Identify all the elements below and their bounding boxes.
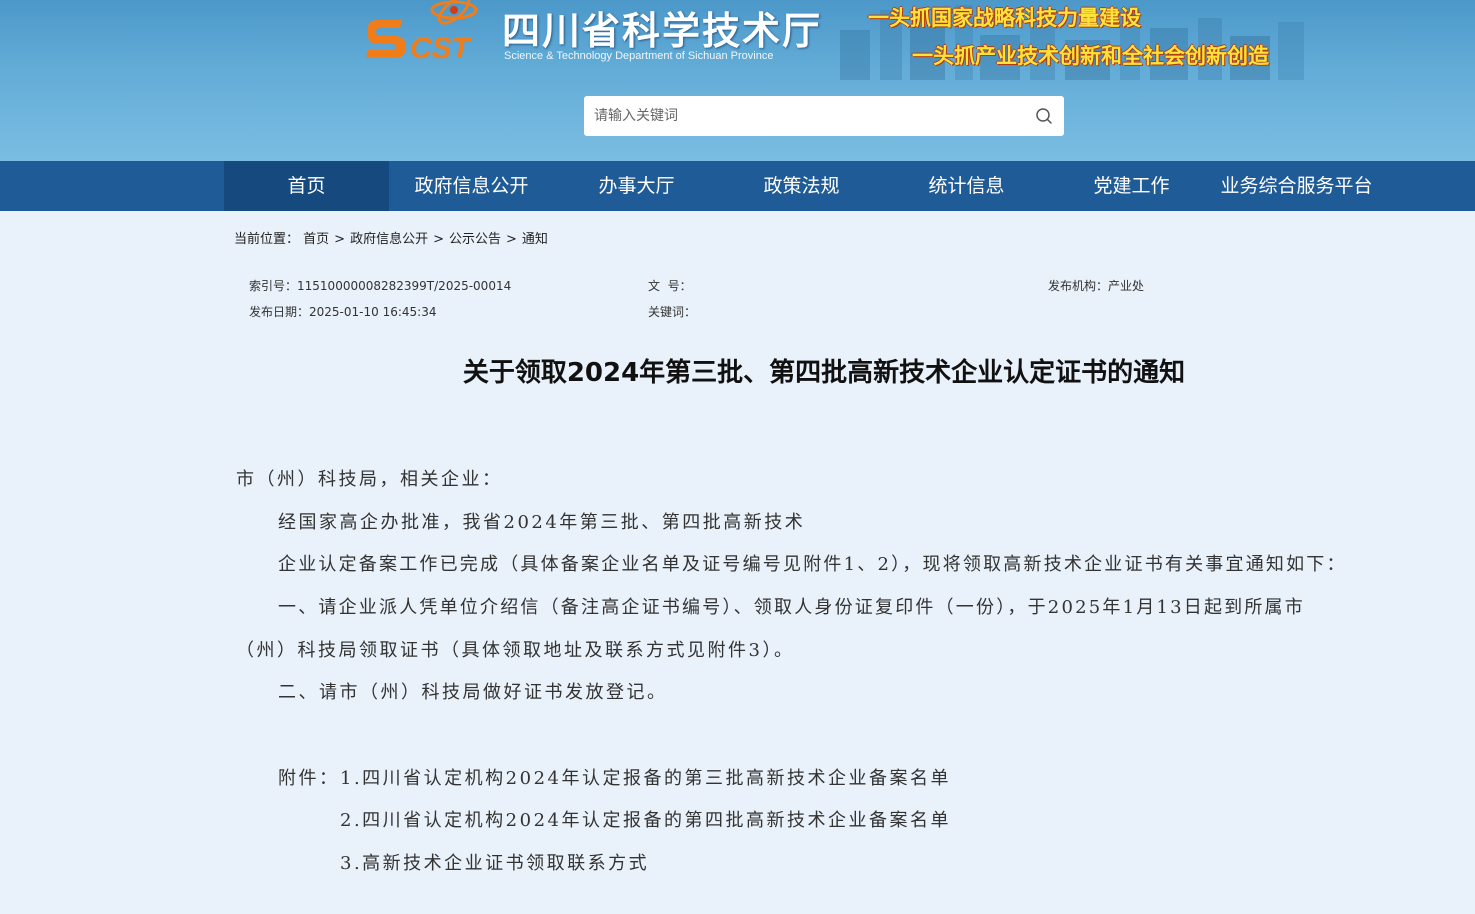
slogan-line-2: 一头抓产业技术创新和全社会创新创造 <box>912 44 1269 68</box>
meta-doc-no: 文 号： <box>648 277 692 294</box>
nav-item-service-platform[interactable]: 业务综合服务平台 <box>1214 161 1379 211</box>
article-title: 关于领取2024年第三批、第四批高新技术企业认定证书的通知 <box>462 358 1186 388</box>
slogan-line-1: 一头抓国家战略科技力量建设 <box>868 6 1141 30</box>
article-paragraph-1-line-1: 经国家高企办批准，我省2024年第三批、第四批高新技术 <box>278 512 806 533</box>
search-input[interactable] <box>584 96 1024 136</box>
nav-item-party-building[interactable]: 党建工作 <box>1049 161 1214 211</box>
article-paragraph-2-line-2: （州）科技局领取证书（具体领取地址及联系方式见附件3）。 <box>236 640 795 661</box>
meta-date-label: 发布日期： <box>249 305 310 319</box>
site-logo[interactable]: CST 四川省科学技术厅 Science & Technology Depart… <box>362 0 832 70</box>
meta-org-value: 产业处 <box>1108 279 1145 293</box>
meta-doc-no-label: 文 号： <box>648 279 692 293</box>
nav-item-statistics[interactable]: 统计信息 <box>884 161 1049 211</box>
meta-date: 发布日期：2025-01-10 16:45:34 <box>249 303 436 320</box>
meta-index-value: 11510000008282399T/2025-00014 <box>297 279 512 293</box>
meta-date-value: 2025-01-10 16:45:34 <box>309 305 437 319</box>
svg-text:CST: CST <box>410 32 473 65</box>
meta-index-label: 索引号： <box>249 279 298 293</box>
breadcrumb-separator: > <box>506 232 517 247</box>
scst-logo-icon: CST <box>366 0 478 65</box>
site-title-cn: 四川省科学技术厅 <box>502 9 823 53</box>
nav-item-home[interactable]: 首页 <box>224 161 389 211</box>
meta-org: 发布机构：产业处 <box>1048 277 1144 294</box>
breadcrumb-label: 当前位置： <box>234 232 300 247</box>
attachment-link-1[interactable]: 1.四川省认定机构2024年认定报备的第三批高新技术企业备案名单 <box>340 764 951 790</box>
breadcrumb-notice[interactable]: 通知 <box>522 232 548 247</box>
search-icon <box>1036 108 1052 124</box>
article-paragraph-2-line-1: 一、请企业派人凭单位介绍信（备注高企证书编号）、领取人身份证复印件（一份），于2… <box>278 597 1305 618</box>
breadcrumb-separator: > <box>334 232 346 247</box>
article-salutation: 市（州）科技局，相关企业： <box>236 469 503 490</box>
breadcrumb-gov-info[interactable]: 政府信息公开 <box>350 232 428 247</box>
attachment-link-3[interactable]: 3.高新技术企业证书领取联系方式 <box>340 849 649 875</box>
nav-item-policies[interactable]: 政策法规 <box>719 161 884 211</box>
meta-org-label: 发布机构： <box>1048 279 1109 293</box>
breadcrumb-announcements[interactable]: 公示公告 <box>449 232 501 247</box>
search-button[interactable] <box>1032 104 1056 128</box>
attachment-link-2[interactable]: 2.四川省认定机构2024年认定报备的第四批高新技术企业备案名单 <box>340 806 951 832</box>
search-box <box>584 96 1064 136</box>
article-paragraph-1-line-2: 企业认定备案工作已完成（具体备案企业名单及证号编号见附件1、2），现将领取高新技… <box>278 554 1347 575</box>
breadcrumb: 当前位置： 首页 > 政府信息公开 > 公示公告 > 通知 <box>234 228 548 247</box>
meta-index: 索引号：11510000008282399T/2025-00014 <box>249 277 511 294</box>
attachments-label: 附件： <box>278 768 340 789</box>
main-nav: 首页 政府信息公开 办事大厅 政策法规 统计信息 党建工作 业务综合服务平台 <box>0 161 1475 211</box>
site-title-en: Science & Technology Department of Sichu… <box>504 50 774 62</box>
article-paragraph-3: 二、请市（州）科技局做好证书发放登记。 <box>278 682 668 703</box>
nav-item-service-hall[interactable]: 办事大厅 <box>554 161 719 211</box>
meta-keywords: 关键词： <box>648 303 696 320</box>
meta-keywords-label: 关键词： <box>648 305 697 319</box>
site-header: CST 四川省科学技术厅 Science & Technology Depart… <box>0 0 1475 161</box>
breadcrumb-home[interactable]: 首页 <box>303 232 329 247</box>
breadcrumb-separator: > <box>433 232 444 247</box>
nav-item-gov-info[interactable]: 政府信息公开 <box>389 161 554 211</box>
